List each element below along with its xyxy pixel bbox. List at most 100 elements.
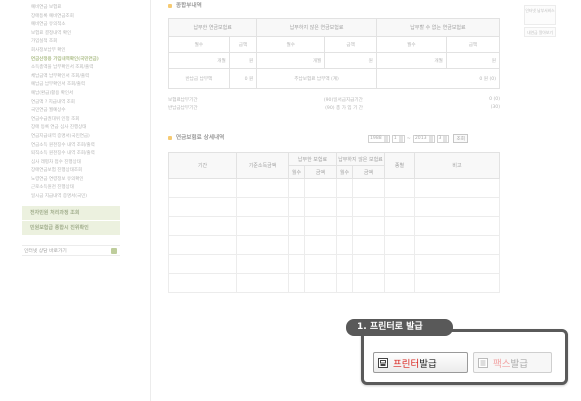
sidebar-item[interactable]: 일시금 지급내역 증명서(국민) [22,193,122,202]
sidebar-item[interactable]: 장애연금보험 진행상태조회 [22,167,122,176]
sidebar-item[interactable]: 연금수급권대위 인정 조회 [22,116,122,125]
sidebar-item[interactable]: 예비연금 유의적소 [22,21,122,30]
fax-icon [478,357,488,368]
from-year-value: 1988 [370,135,382,141]
table-header: 납부하지 않은 연금보험료 [256,18,377,37]
table-header: 납부할 수 없는 연금보험료 [375,18,501,37]
info-label: 보험료납부기간 [168,98,198,103]
table-cell: 개월 [375,52,447,69]
fax-rest-label: 발급 [510,358,528,370]
sidebar: 예비연금 보험료 장애등록 예비연금조회 예비연금 유의적소 보험료 결정내역 … [22,0,122,280]
table-cell: 원 [324,52,377,69]
chevron-down-icon [383,135,388,142]
table-header: 비고 [414,152,500,179]
table-subheader: 월수 [336,165,353,179]
table-row [168,235,500,255]
info-label: (90)일서금지급기간 [323,98,363,103]
section-title-summary: 종합부내역 [168,1,508,11]
arrow-right-icon [111,247,117,254]
from-month-select[interactable]: 1 [391,134,405,143]
to-year-select[interactable]: 2013 [412,134,435,143]
table-subheader: 금액 [352,165,385,179]
sidebar-item[interactable]: 장애등록 예비연금조회 [22,13,122,22]
fax-accent-label: 팩스 [493,358,511,370]
to-year-value: 2013 [414,135,427,141]
range-separator: ~ [406,135,411,142]
sidebar-item[interactable]: 예비연금 보험료 [22,4,122,13]
sidebar-item[interactable]: 회사정보납부 확인 [22,47,122,56]
sidebar-item-active[interactable]: 연금산정용 가입내역확인(국민연금) [22,56,122,65]
info-label: (90) 총 가 입 기 간 [325,106,364,111]
date-range-controls: 1988 1 ~ 2013 3 조회 [368,134,468,143]
sum-label: 추납보험료 납부액 (계) [256,68,377,89]
printer-icon [378,357,388,368]
to-month-value: 3 [438,135,442,141]
detail-table: 기간 기준소득금액 납부한 보험료 납부하지 않은 보험료 종별 비고 월수 금… [168,152,500,293]
callout-text: 프린터로 발급 [369,322,423,332]
sidebar-item[interactable]: 보험료 결정내역 확인 [22,30,122,39]
table-row [168,216,500,236]
section-title-detail: 연금보험료 상세내역 [168,133,224,143]
sidebar-item[interactable]: 소득총액을 납부확인서 조회/출력 [22,64,122,73]
table-cell: 원 [445,52,501,69]
table-subheader: 월수 [256,36,326,53]
summary-table: 납부한 연금보험료 납부하지 않은 연금보험료 납부할 수 없는 연금보험료 월… [167,18,501,89]
table-header: 납부한 연금보험료 [167,18,258,37]
period-info: 보험료납부기간 (90)일서금지급기간 0 (0) 반납금납부기간 (90) 총… [168,97,500,113]
sidebar-item[interactable]: 연금지급내역 증명서(국민연금) [22,133,122,142]
my-pension-badge[interactable]: 내연금 알아보기 [524,27,556,37]
sidebar-item[interactable]: 근로소득원천 진행상태 [22,184,122,193]
table-row [168,197,500,217]
print-rest-label: 발급 [419,358,437,370]
callout-tag: 1. 프린터로 발급 [346,319,453,336]
content-divider [150,0,151,401]
internet-payment-badge[interactable]: 인터넷 납부서비스 [524,5,556,25]
table-header: 종별 [384,152,415,179]
table-row [168,254,500,274]
sidebar-box-ecivil[interactable]: 전자민원 처리과정 조회 [22,205,120,220]
sidebar-consult-link[interactable]: 인터넷 상담 바로가기 [22,244,120,256]
sidebar-item[interactable]: 예납(환급)활용 확인서 [22,90,122,99]
chevron-down-icon [398,135,403,142]
sidebar-box-verify[interactable]: 민원보험급 종합시 진위확인 [22,220,120,235]
sidebar-item[interactable]: 퇴직소득 원천징수 내역 조회/출력 [22,150,122,159]
table-subheader: 금액 [228,36,258,53]
sidebar-item[interactable]: 예납금 납부확인서 조회/출력 [22,81,122,90]
view-button[interactable]: 조회 [453,134,468,143]
total-label: 반납금 납부액 [168,68,230,89]
sidebar-consult-label: 인터넷 상담 바로가기 [24,248,67,254]
table-subheader: 월수 [375,36,447,53]
chevron-down-icon [443,135,448,142]
print-issue-button[interactable]: 프린터 발급 [373,352,468,373]
main-content: 종합부내역 납부한 연금보험료 납부하지 않은 연금보험료 납부할 수 없는 연… [167,0,508,293]
from-year-select[interactable]: 1988 [368,134,390,143]
table-header: 기준소득금액 [236,152,289,179]
callout-number: 1. [357,322,367,332]
total-value: 0 원 [228,68,258,89]
sidebar-item[interactable]: 국민연금 월예상수 [22,107,122,116]
sidebar-item[interactable]: 심사 래평차 접수 진행상태 [22,159,122,168]
sidebar-item[interactable]: 연금소득 원천징수 내역 조회/출력 [22,142,122,151]
print-accent-label: 프린터 [393,358,420,370]
sidebar-item[interactable]: 체납금액 납부확인서 조회/출력 [22,73,122,82]
sidebar-item[interactable]: 장애 등록 연금 심사 진행상태 [22,124,122,133]
table-cell: 개월 [168,52,230,69]
table-subheader: 금액 [304,165,337,179]
detail-header: 연금보험료 상세내역 1988 1 ~ 2013 3 조회 [168,133,508,147]
table-row [168,273,500,293]
fax-issue-button[interactable]: 팩스 발급 [473,352,552,373]
table-subheader: 금액 [445,36,501,53]
table-header: 납부한 보험료 [288,152,337,166]
chevron-down-icon [428,135,433,142]
table-subheader: 금액 [324,36,377,53]
info-row: 보험료납부기간 (90)일서금지급기간 0 (0) [168,97,500,105]
sidebar-menu: 예비연금 보험료 장애등록 예비연금조회 예비연금 유의적소 보험료 결정내역 … [22,0,122,202]
sidebar-item[interactable]: 가입실적 조회 [22,38,122,47]
info-label: 반납금납부기간 [168,106,198,111]
to-month-select[interactable]: 3 [436,134,450,143]
sidebar-item[interactable]: 연금액 ? 지급내역 조회 [22,99,122,108]
sum-value: 0 원 (0) [375,68,501,89]
table-row [168,178,500,198]
table-cell: 개월 [256,52,326,69]
sidebar-item[interactable]: 노령연금 연령정보 유의확인 [22,176,122,185]
